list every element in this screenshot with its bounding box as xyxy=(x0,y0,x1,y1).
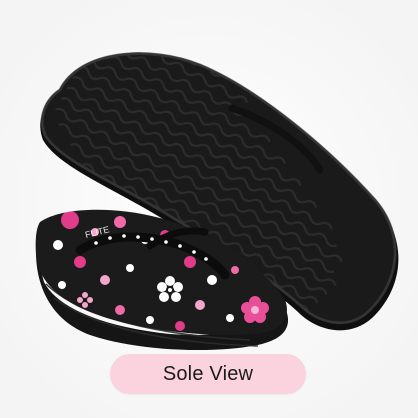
view-caption-pill: Sole View xyxy=(110,354,306,394)
product-image-frame: FLITE Sole View xyxy=(0,0,418,418)
view-caption-label: Sole View xyxy=(162,362,254,385)
